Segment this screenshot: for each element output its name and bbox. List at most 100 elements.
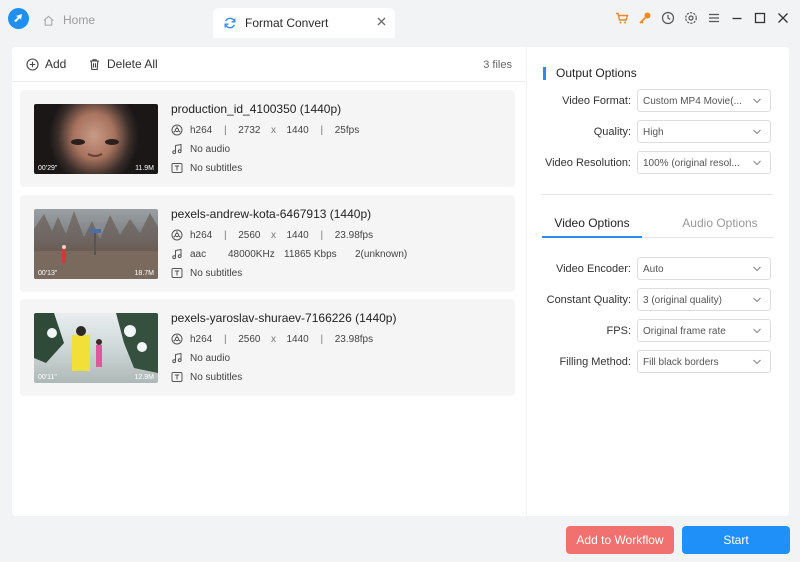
music-note-icon: [171, 248, 183, 260]
video-duration: 00'29": [38, 165, 58, 172]
video-codec: h264: [190, 124, 213, 136]
dimension-separator: x: [271, 333, 276, 345]
video-resolution-row: Video Resolution: 100% (original resol..…: [527, 151, 789, 175]
audio-bitrate: 11865 Kbps: [284, 248, 337, 260]
audio-info-row: No audio: [171, 352, 230, 364]
file-name: pexels-andrew-kota-6467913 (1440p): [171, 207, 372, 221]
video-duration: 00'13": [38, 270, 58, 277]
fps-select[interactable]: Original frame rate: [637, 319, 771, 342]
video-height: 1440: [286, 124, 309, 136]
add-icon: [26, 57, 39, 71]
chevron-down-icon: [752, 128, 762, 136]
video-codec-icon: [171, 229, 183, 241]
video-height: 1440: [286, 229, 309, 241]
music-note-icon: [171, 352, 183, 364]
delete-all-button[interactable]: Delete All: [88, 57, 158, 71]
tab-format-convert-label: Format Convert: [245, 16, 329, 30]
close-tab-icon[interactable]: [376, 16, 387, 27]
video-info-row: h264 | 2560 x 1440 | 23.98fps: [171, 229, 373, 241]
subtitle-icon: [171, 162, 183, 174]
video-format-select[interactable]: Custom MP4 Movie(...: [637, 89, 771, 112]
video-info-row: h264 | 2560 x 1440 | 23.98fps: [171, 333, 373, 345]
video-fps: 23.98fps: [334, 333, 374, 345]
fps-row: FPS: Original frame rate: [527, 319, 789, 343]
audio-sample-rate: 48000KHz: [228, 248, 275, 260]
video-width: 2732: [238, 124, 261, 136]
video-width: 2560: [238, 333, 261, 345]
video-thumbnail[interactable]: 00'11" 12.9M: [34, 313, 158, 383]
tab-audio-options[interactable]: Audio Options: [670, 216, 770, 230]
cart-icon[interactable]: [615, 11, 629, 25]
video-format-value: Custom MP4 Movie(...: [643, 96, 742, 107]
subtitle-icon: [171, 267, 183, 279]
file-toolbar: Add Delete All 3 files: [12, 47, 526, 82]
maximize-icon[interactable]: [753, 11, 767, 25]
video-width: 2560: [238, 229, 261, 241]
app-logo-icon[interactable]: [8, 8, 29, 29]
menu-icon[interactable]: [707, 11, 721, 25]
video-encoder-row: Video Encoder: Auto: [527, 257, 789, 281]
video-encoder-value: Auto: [643, 264, 664, 275]
file-count: 3 files: [483, 59, 512, 71]
file-item[interactable]: 00'11" 12.9M pexels-yaroslav-shuraev-716…: [20, 299, 515, 396]
video-fps: 25fps: [334, 124, 360, 136]
add-button[interactable]: Add: [26, 57, 66, 71]
chevron-down-icon: [752, 296, 762, 304]
video-encoder-select[interactable]: Auto: [637, 257, 771, 280]
constant-quality-select[interactable]: 3 (original quality): [637, 288, 771, 311]
file-list-panel: Add Delete All 3 files 00'29" 11.9M prod…: [12, 47, 526, 516]
quality-row: Quality: High: [527, 120, 789, 144]
fps-value: Original frame rate: [643, 326, 726, 337]
filling-method-label: Filling Method:: [559, 356, 631, 368]
video-size: 11.9M: [135, 165, 154, 172]
add-to-workflow-button[interactable]: Add to Workflow: [566, 526, 674, 554]
chevron-down-icon: [752, 358, 762, 366]
start-button[interactable]: Start: [682, 526, 790, 554]
file-name: production_id_4100350 (1440p): [171, 102, 342, 116]
minimize-icon[interactable]: [730, 11, 744, 25]
clock-icon[interactable]: [661, 11, 675, 25]
options-tabs: Video Options Audio Options: [542, 207, 774, 238]
constant-quality-row: Constant Quality: 3 (original quality): [527, 288, 789, 312]
file-name: pexels-yaroslav-shuraev-7166226 (1440p): [171, 311, 397, 325]
close-icon[interactable]: [776, 11, 790, 25]
video-codec: h264: [190, 333, 213, 345]
subtitle-status: No subtitles: [190, 267, 243, 279]
subtitle-icon: [171, 371, 183, 383]
dimension-separator: x: [271, 229, 276, 241]
subtitle-info-row: No subtitles: [171, 162, 242, 174]
settings-icon[interactable]: [684, 11, 698, 25]
video-format-label: Video Format:: [562, 95, 631, 107]
audio-codec: aac: [190, 248, 207, 260]
home-tab[interactable]: Home: [42, 10, 95, 30]
key-icon[interactable]: [638, 11, 652, 25]
video-thumbnail[interactable]: 00'13" 18.7M: [34, 209, 158, 279]
title-bar: Home Format Convert: [0, 0, 800, 38]
tab-video-options[interactable]: Video Options: [542, 216, 642, 230]
constant-quality-label: Constant Quality:: [546, 294, 631, 306]
video-codec-icon: [171, 124, 183, 136]
video-fps: 23.98fps: [334, 229, 374, 241]
video-codec-icon: [171, 333, 183, 345]
quality-select[interactable]: High: [637, 120, 771, 143]
video-format-row: Video Format: Custom MP4 Movie(...: [527, 89, 789, 113]
convert-icon: [223, 16, 237, 30]
video-thumbnail[interactable]: 00'29" 11.9M: [34, 104, 158, 174]
video-info-row: h264 | 2732 x 1440 | 25fps: [171, 124, 359, 136]
video-duration: 00'11": [38, 374, 57, 381]
output-options-title: Output Options: [543, 67, 637, 80]
home-icon: [42, 14, 55, 27]
video-resolution-select[interactable]: 100% (original resol...: [637, 151, 771, 174]
music-note-icon: [171, 143, 183, 155]
constant-quality-value: 3 (original quality): [643, 295, 722, 306]
audio-info-row: aac 48000KHz 11865 Kbps 2(unknown): [171, 248, 407, 260]
subtitle-info-row: No subtitles: [171, 267, 242, 279]
tab-format-convert[interactable]: Format Convert: [213, 8, 395, 38]
quality-label: Quality:: [593, 126, 631, 138]
file-item[interactable]: 00'13" 18.7M pexels-andrew-kota-6467913 …: [20, 195, 515, 292]
dimension-separator: x: [271, 124, 276, 136]
trash-icon: [88, 58, 101, 71]
chevron-down-icon: [752, 265, 762, 273]
file-item[interactable]: 00'29" 11.9M production_id_4100350 (1440…: [20, 90, 515, 187]
filling-method-select[interactable]: Fill black borders: [637, 350, 771, 373]
